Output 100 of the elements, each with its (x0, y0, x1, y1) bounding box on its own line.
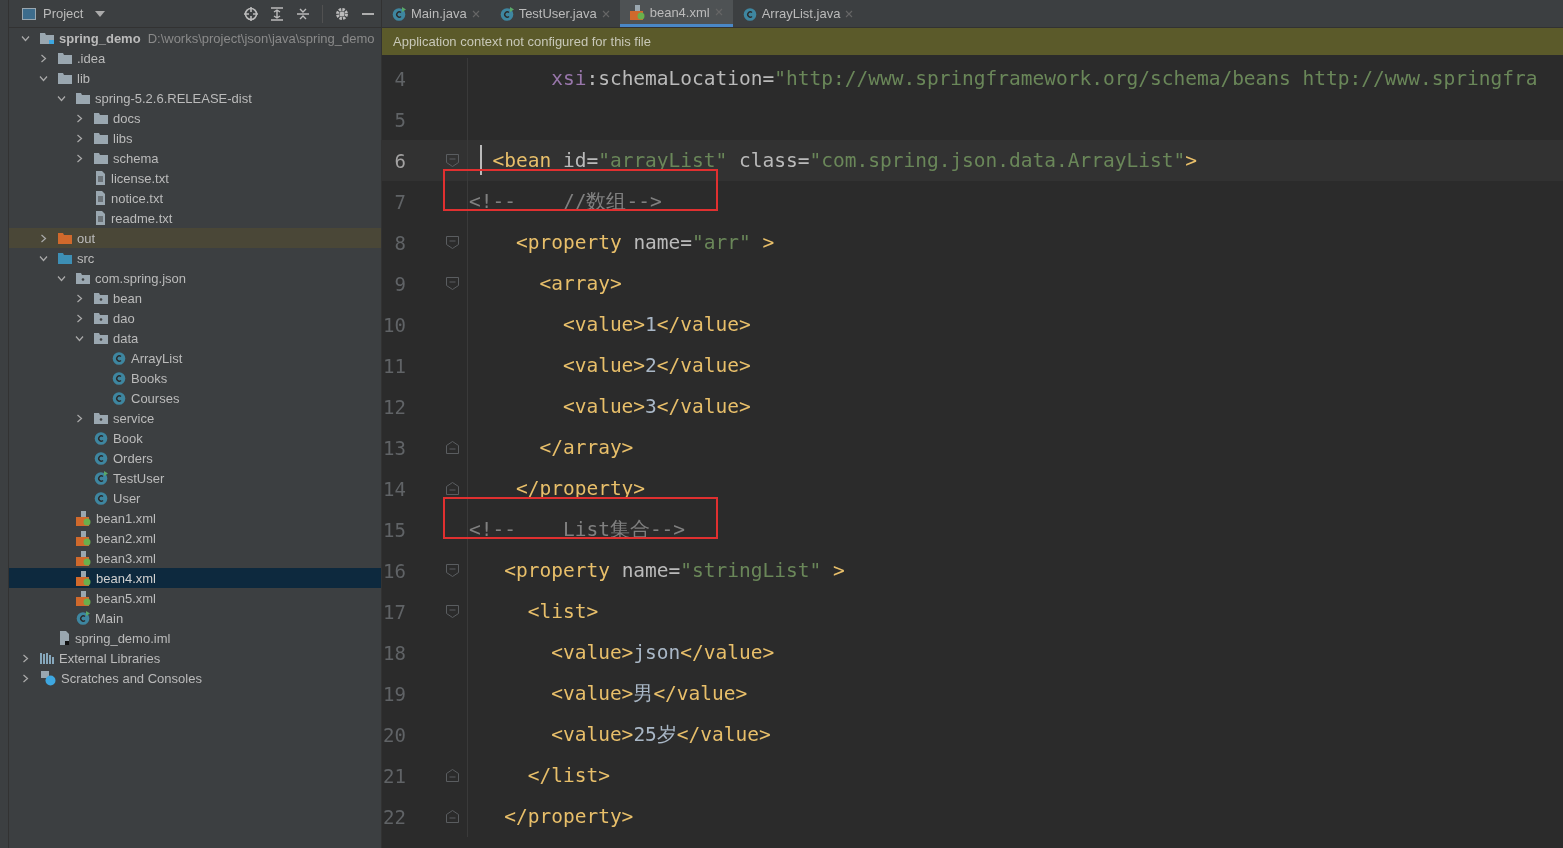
tree-item[interactable]: bean (9, 288, 381, 308)
code-line: <value>25岁</value> (550, 722, 771, 748)
tree-item[interactable]: spring-5.2.6.RELEASE-dist (9, 88, 381, 108)
tree-item[interactable]: bean4.xml (9, 568, 381, 588)
item-label: Books (131, 370, 168, 386)
code-line: <value>1</value> (561, 313, 751, 336)
editor-tab[interactable]: ArrayList.java (732, 0, 864, 27)
line-number: 4 (393, 67, 406, 90)
settings-icon[interactable] (335, 6, 349, 21)
folder-icon (94, 112, 108, 124)
class-icon (499, 6, 514, 21)
collapse-all-icon[interactable] (296, 6, 310, 21)
expand-all-icon[interactable] (270, 6, 284, 21)
fold-marker-icon[interactable] (446, 236, 459, 249)
tree-item[interactable]: docs (9, 108, 381, 128)
line-number: 8 (393, 231, 406, 254)
class-icon (94, 451, 108, 465)
bars-icon (40, 652, 54, 664)
tree-item[interactable]: com.spring.json (9, 268, 381, 288)
editor-tab[interactable]: Main.java (382, 0, 490, 27)
code-line: <property name="arr" > (514, 231, 775, 254)
tree-item[interactable]: ArrayList (9, 348, 381, 368)
tree-item[interactable]: src (9, 248, 381, 268)
xml-file-icon (629, 4, 645, 20)
tree-item[interactable]: External Libraries (9, 648, 381, 668)
chevron-right-icon[interactable] (75, 413, 84, 423)
tree-item[interactable]: .idea (9, 48, 381, 68)
tree-item[interactable]: Books (9, 368, 381, 388)
line-number: 18 (382, 641, 406, 664)
code-line: </property> (503, 805, 634, 828)
chevron-down-icon[interactable] (75, 333, 84, 343)
window-icon (22, 7, 36, 20)
tree-item[interactable]: dao (9, 308, 381, 328)
item-label: docs (113, 110, 141, 126)
xml-file-icon (76, 550, 91, 566)
folder-icon (58, 252, 72, 264)
line-number: 12 (382, 395, 406, 418)
folder-icon (94, 132, 108, 144)
tree-item[interactable]: User (9, 488, 381, 508)
tree-item[interactable]: Scratches and Consoles (9, 668, 381, 688)
xml-file-icon (76, 530, 91, 546)
fold-marker-icon[interactable] (446, 564, 459, 577)
xml-file-icon (76, 570, 91, 586)
item-label: lib (77, 70, 90, 86)
code-line: <value>男</value> (550, 681, 748, 707)
class-icon (94, 471, 108, 485)
dropdown-icon[interactable] (95, 10, 106, 17)
tree-item[interactable]: schema (9, 148, 381, 168)
chevron-down-icon[interactable] (21, 33, 30, 43)
tree-item[interactable]: Main (9, 608, 381, 628)
editor-tab[interactable]: bean4.xml (619, 0, 733, 27)
code-line: xsi:schemaLocation="http://www.springframework.org/schema/beans http://www.springfra (550, 67, 1538, 90)
tree-item[interactable]: bean2.xml (9, 528, 381, 548)
item-label: bean3.xml (96, 550, 156, 566)
fold-marker-icon[interactable] (446, 277, 459, 290)
tree-item[interactable]: bean5.xml (9, 588, 381, 608)
item-label: readme.txt (111, 210, 173, 226)
fold-marker-icon[interactable] (446, 605, 459, 618)
chevron-right-icon[interactable] (39, 233, 48, 243)
tree-item[interactable]: out (9, 228, 381, 248)
code-line: <array> (538, 272, 622, 295)
class-icon (392, 6, 406, 21)
code-line: <property name="stringList" > (503, 559, 845, 582)
item-label: spring_demo (59, 30, 141, 46)
tree-item[interactable]: TestUser (9, 468, 381, 488)
code-line: <bean id="arrayList" class="com.spring.json.data.ArrayList"> (491, 149, 1197, 172)
chevron-right-icon[interactable] (39, 53, 48, 63)
fold-marker-icon[interactable] (446, 810, 459, 823)
crosshair-icon[interactable] (244, 6, 258, 21)
line-number: 14 (382, 477, 406, 500)
editor-tab[interactable]: TestUser.java (489, 0, 620, 27)
tree-item[interactable]: spring_demo D:\works\project\json\java\spring_demo (9, 28, 381, 48)
panel-title[interactable]: Project (43, 6, 84, 21)
tree-item[interactable]: lib (9, 68, 381, 88)
item-label: bean (113, 290, 142, 306)
item-label: out (77, 230, 96, 246)
tree-item[interactable]: Courses (9, 388, 381, 408)
package-icon (94, 312, 108, 324)
tree-item[interactable]: Book (9, 428, 381, 448)
tree-item[interactable]: service (9, 408, 381, 428)
tree-item[interactable]: readme.txt (9, 208, 381, 228)
item-label: TestUser (113, 470, 165, 486)
class-icon (94, 491, 108, 505)
fold-marker-icon[interactable] (446, 482, 459, 495)
fold-marker-icon[interactable] (446, 441, 459, 454)
code-line: <list> (526, 600, 599, 623)
line-number: 15 (382, 518, 406, 541)
tree-item[interactable]: libs (9, 128, 381, 148)
fold-marker-icon[interactable] (446, 769, 459, 782)
tree-item[interactable]: spring_demo.iml (9, 628, 381, 648)
tree-item[interactable]: Orders (9, 448, 381, 468)
tree-item[interactable]: bean3.xml (9, 548, 381, 568)
item-label: spring_demo.iml (75, 630, 171, 646)
tree-item[interactable]: notice.txt (9, 188, 381, 208)
tree-item[interactable]: license.txt (9, 168, 381, 188)
tree-item[interactable]: bean1.xml (9, 508, 381, 528)
fold-marker-icon[interactable] (446, 154, 459, 167)
tree-item[interactable]: data (9, 328, 381, 348)
file-icon (58, 631, 70, 645)
code-line: <value>json</value> (550, 641, 775, 664)
